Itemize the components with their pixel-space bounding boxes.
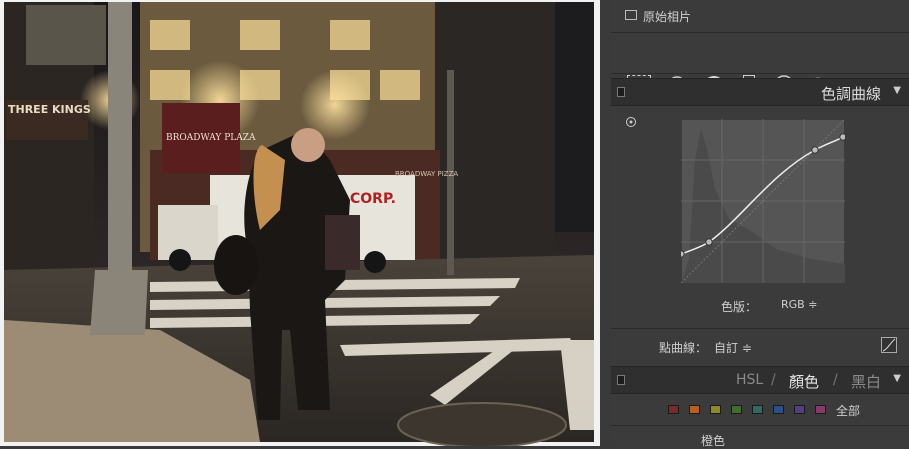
collapse-triangle-icon[interactable]: ▼ [893,373,901,384]
tab-separator: / [771,372,776,388]
tab-black-white[interactable]: 黑白 [851,371,881,392]
tab-color[interactable]: 顏色 [789,371,819,392]
tone-curve-header[interactable]: 色調曲線 ▼ [611,78,909,106]
curve-point[interactable] [681,250,685,258]
develop-panel: 原始相片 色調曲線 ▼ 色版： RGB ≑ 點曲線： 自訂 ≑ HSL / 顏色… [611,0,909,448]
tab-separator: / [833,372,838,388]
photo-frame-icon [625,10,637,20]
swatch-green[interactable] [731,405,742,414]
swatch-aqua[interactable] [752,405,763,414]
target-adjust-icon[interactable] [625,116,637,128]
divider [611,425,909,426]
selected-color-label: 橙色 [701,434,726,448]
all-colors-label[interactable]: 全部 [836,402,860,419]
photo-preview[interactable]: THREE KINGS BROADWAY PLAZA CORP. BROADWA… [0,0,600,446]
swatch-red[interactable] [668,405,679,414]
curve-point[interactable] [839,133,845,141]
photo-canvas: THREE KINGS BROADWAY PLAZA CORP. BROADWA… [4,2,594,446]
swatch-purple[interactable] [794,405,805,414]
channel-select[interactable]: RGB ≑ [781,298,817,311]
tone-curve-graph[interactable] [681,119,845,283]
swatch-orange[interactable] [689,405,700,414]
original-photo-label: 原始相片 [643,10,692,24]
original-photo-row[interactable]: 原始相片 [611,0,909,30]
point-curve-select[interactable]: 自訂 ≑ [714,339,752,356]
point-curve-label: 點曲線： [659,341,708,355]
swatch-magenta[interactable] [815,405,826,414]
panel-toggle-icon[interactable] [617,87,625,97]
broadway-plaza-sign: BROADWAY PLAZA [166,133,256,143]
edit-point-curve-icon[interactable] [881,337,897,353]
corp-sign: CORP. [350,191,396,207]
collapse-triangle-icon[interactable]: ▼ [893,85,901,96]
point-curve-row: 點曲線： 自訂 ≑ [611,328,909,363]
swatch-yellow[interactable] [710,405,721,414]
channel-label: 色版： [721,300,758,314]
swatch-blue[interactable] [773,405,784,414]
panel-toggle-icon[interactable] [617,375,625,385]
curve-point[interactable] [705,238,713,246]
tone-curve-body: 色版： RGB ≑ [611,106,909,328]
tab-hsl[interactable]: HSL [736,372,763,388]
curve-point[interactable] [811,146,819,154]
tone-curve-title: 色調曲線 [820,85,881,103]
tool-strip [611,32,909,95]
hsl-header: HSL / 顏色 / 黑白 ▼ [611,366,909,394]
broadway-pizza-sign: BROADWAY PIZZA [395,170,458,178]
three-kings-sign: THREE KINGS [8,103,91,116]
